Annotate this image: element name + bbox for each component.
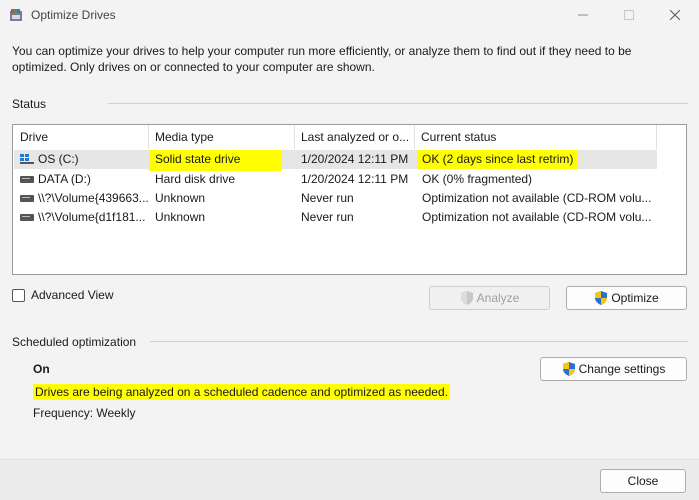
dialog-footer xyxy=(0,459,699,500)
close-icon xyxy=(670,10,680,20)
schedule-frequency: Frequency: Weekly xyxy=(33,406,136,420)
close-button[interactable]: Close xyxy=(600,469,686,493)
column-header-media-type-label: Media type xyxy=(155,130,214,144)
column-header-drive[interactable]: Drive xyxy=(13,125,149,149)
maximize-button[interactable] xyxy=(606,0,652,30)
last-analyzed: Never run xyxy=(301,210,354,224)
minimize-button[interactable] xyxy=(560,0,606,30)
drive-row-volume-439663[interactable]: \\?\Volume{439663... Unknown Never run O… xyxy=(14,189,657,208)
column-header-last-analyzed[interactable]: Last analyzed or o... xyxy=(295,125,415,149)
uac-shield-icon xyxy=(562,362,575,376)
maximize-icon xyxy=(624,10,634,20)
column-header-current-status-label: Current status xyxy=(421,130,497,144)
last-analyzed: 1/20/2024 12:11 PM xyxy=(301,172,409,186)
close-button-label: Close xyxy=(627,474,659,488)
drive-name: \\?\Volume{d1f181... xyxy=(38,210,146,224)
schedule-state: On xyxy=(33,362,50,376)
analyze-button[interactable]: Analyze xyxy=(429,286,550,310)
drive-row-data-d[interactable]: DATA (D:) Hard disk drive 1/20/2024 12:1… xyxy=(14,170,657,189)
drive-name: OS (C:) xyxy=(38,152,79,166)
minimize-icon xyxy=(578,14,588,16)
column-header-current-status[interactable]: Current status xyxy=(415,125,657,149)
intro-text: You can optimize your drives to help you… xyxy=(12,44,632,74)
analyze-button-label: Analyze xyxy=(476,291,520,305)
windows-drive-icon xyxy=(20,154,34,164)
scheduled-optimization-label: Scheduled optimization xyxy=(12,335,137,349)
close-window-button[interactable] xyxy=(652,0,698,30)
media-type: Solid state drive xyxy=(149,150,283,171)
scheduled-divider xyxy=(150,341,688,342)
schedule-description: Drives are being analyzed on a scheduled… xyxy=(33,384,450,400)
column-header-drive-label: Drive xyxy=(20,130,49,144)
drive-row-volume-d1f181[interactable]: \\?\Volume{d1f181... Unknown Never run O… xyxy=(14,208,657,227)
optimize-button[interactable]: Optimize xyxy=(566,286,687,310)
drive-name: DATA (D:) xyxy=(38,172,91,186)
hard-drive-icon xyxy=(20,176,34,183)
column-header-media-type[interactable]: Media type xyxy=(149,125,295,149)
window-title: Optimize Drives xyxy=(31,8,116,22)
drive-list[interactable]: Drive Media type Last analyzed or o... C… xyxy=(12,124,687,275)
optimize-drives-app-icon xyxy=(10,9,22,21)
advanced-view-checkbox[interactable]: Advanced View xyxy=(12,288,114,302)
change-settings-button[interactable]: Change settings xyxy=(540,357,687,381)
current-status: Optimization not available (CD-ROM volu.… xyxy=(422,191,652,205)
uac-shield-icon xyxy=(595,291,608,305)
title-bar: Optimize Drives xyxy=(0,0,699,30)
volume-drive-icon xyxy=(20,214,34,221)
drive-name: \\?\Volume{439663... xyxy=(38,191,149,205)
advanced-view-label: Advanced View xyxy=(31,288,114,302)
current-status: OK (0% fragmented) xyxy=(422,172,533,186)
optimize-button-label: Optimize xyxy=(611,291,659,305)
status-section-label: Status xyxy=(12,97,47,111)
last-analyzed: Never run xyxy=(301,191,354,205)
current-status: OK (2 days since last retrim) xyxy=(417,150,578,169)
change-settings-label: Change settings xyxy=(578,362,666,376)
status-divider xyxy=(108,103,688,104)
drive-row-os-c[interactable]: OS (C:) Solid state drive 1/20/2024 12:1… xyxy=(14,150,657,171)
volume-drive-icon xyxy=(20,195,34,202)
column-header-last-analyzed-label: Last analyzed or o... xyxy=(301,130,410,144)
uac-shield-icon xyxy=(460,291,473,305)
media-type: Hard disk drive xyxy=(155,172,236,186)
media-type: Unknown xyxy=(155,191,206,205)
last-analyzed: 1/20/2024 12:11 PM xyxy=(301,152,409,166)
current-status: Optimization not available (CD-ROM volu.… xyxy=(422,210,652,224)
checkbox-box[interactable] xyxy=(12,288,25,302)
media-type: Unknown xyxy=(155,210,206,224)
